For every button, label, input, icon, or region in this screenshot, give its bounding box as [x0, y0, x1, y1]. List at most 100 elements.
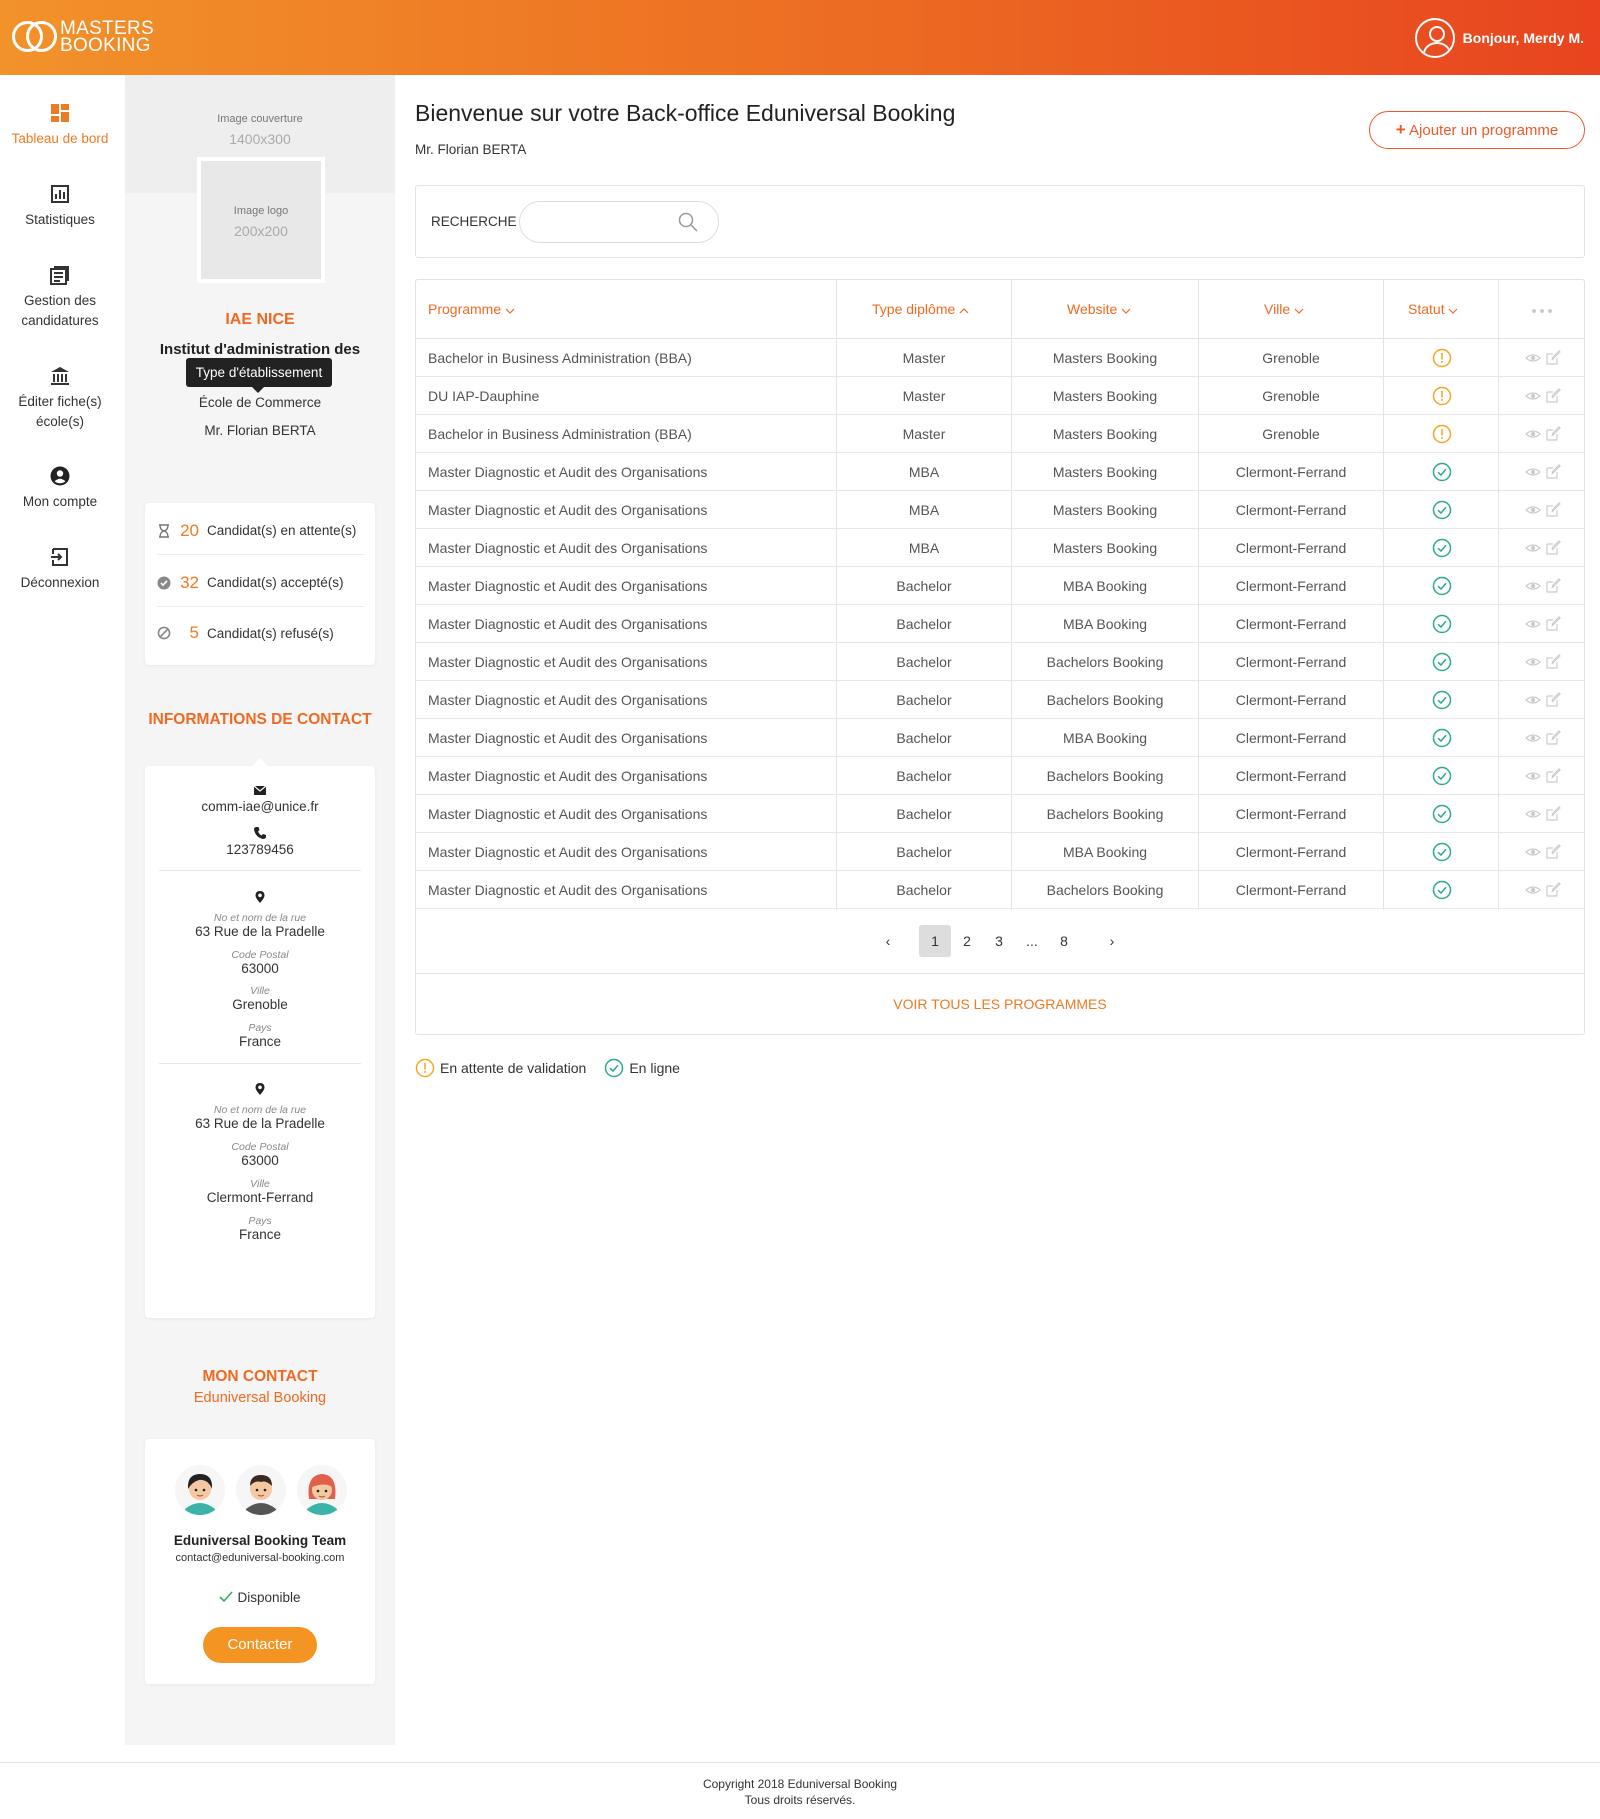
cell-type: Bachelor [896, 844, 952, 860]
eye-icon[interactable] [1525, 502, 1541, 518]
hourglass-icon [159, 523, 169, 538]
pagination-page-2[interactable]: 2 [951, 925, 983, 957]
sidebar-item-account[interactable]: Mon compte [0, 466, 120, 512]
edit-icon[interactable] [1545, 730, 1561, 746]
eye-icon[interactable] [1525, 350, 1541, 366]
stat-pending[interactable]: 20 Candidat(s) en attente(s) [157, 507, 365, 555]
sidebar-item-applications[interactable]: Gestion des candidatures [0, 265, 120, 331]
pagination-page-3[interactable]: 3 [983, 925, 1015, 957]
eye-icon[interactable] [1525, 388, 1541, 404]
edit-icon[interactable] [1545, 578, 1561, 594]
search-label: RECHERCHE [431, 214, 517, 229]
edit-icon[interactable] [1545, 844, 1561, 860]
masters-booking-logo[interactable]: MASTERS BOOKING [12, 18, 154, 56]
table-row[interactable]: Master Diagnostic et Audit des Organisat… [416, 491, 1584, 529]
column-header-statut[interactable]: Statut [1408, 280, 1458, 339]
team-email[interactable]: contact@eduniversal-booking.com [145, 1552, 375, 1564]
eye-icon[interactable] [1525, 616, 1541, 632]
table-row[interactable]: Master Diagnostic et Audit des Organisat… [416, 833, 1584, 871]
table-row[interactable]: Master Diagnostic et Audit des Organisat… [416, 567, 1584, 605]
sidebar-item-edit-school[interactable]: Éditer fiche(s) école(s) [0, 366, 120, 432]
country-label: Pays [248, 1022, 272, 1034]
stat-accepted[interactable]: 32 Candidat(s) accepté(s) [157, 559, 365, 607]
edit-icon[interactable] [1545, 806, 1561, 822]
pagination-next[interactable]: › [1096, 925, 1128, 957]
edit-icon[interactable] [1545, 388, 1561, 404]
edit-icon[interactable] [1545, 692, 1561, 708]
eye-icon[interactable] [1525, 806, 1541, 822]
cell-website: Masters Booking [1052, 350, 1158, 366]
eye-icon[interactable] [1525, 426, 1541, 442]
cell-website: Masters Booking [1052, 464, 1158, 480]
cell-status [1384, 453, 1498, 491]
chevron-down-icon [1121, 308, 1131, 314]
sidebar-item-dashboard[interactable]: Tableau de bord [0, 103, 120, 149]
eye-icon[interactable] [1525, 882, 1541, 898]
add-program-button[interactable]: + Ajouter un programme [1369, 111, 1585, 149]
user-circle-icon [50, 466, 70, 486]
table-row[interactable]: Master Diagnostic et Audit des Organisat… [416, 719, 1584, 757]
table-row[interactable]: Master Diagnostic et Audit des Organisat… [416, 871, 1584, 909]
sidebar-item-statistics[interactable]: Statistiques [0, 184, 120, 230]
table-row[interactable]: Master Diagnostic et Audit des Organisat… [416, 453, 1584, 491]
my-contact-subtitle: Eduniversal Booking [193, 1390, 327, 1406]
table-row[interactable]: Bachelor in Business Administration (BBA… [416, 415, 1584, 453]
eye-icon[interactable] [1525, 768, 1541, 784]
pagination-page-8[interactable]: 8 [1048, 925, 1080, 957]
logo-image-placeholder[interactable]: Image logo 200x200 [197, 157, 325, 283]
table-row[interactable]: Master Diagnostic et Audit des Organisat… [416, 757, 1584, 795]
column-header-programme[interactable]: Programme [428, 280, 515, 339]
cell-actions [1499, 757, 1584, 795]
cell-status [1384, 529, 1498, 567]
table-row[interactable]: Master Diagnostic et Audit des Organisat… [416, 643, 1584, 681]
column-header-ville[interactable]: Ville [1264, 280, 1304, 339]
search-icon[interactable] [678, 212, 698, 232]
eye-icon[interactable] [1525, 654, 1541, 670]
edit-icon[interactable] [1545, 502, 1561, 518]
edit-icon[interactable] [1545, 882, 1561, 898]
see-all-programs-link[interactable]: VOIR TOUS LES PROGRAMMES [416, 974, 1584, 1034]
table-row[interactable]: Bachelor in Business Administration (BBA… [416, 339, 1584, 377]
user-menu[interactable]: Bonjour, Merdy M. [1414, 18, 1584, 58]
pagination-prev[interactable]: ‹ [872, 925, 904, 957]
eye-icon[interactable] [1525, 578, 1541, 594]
city-label: Ville [250, 1178, 270, 1190]
table-row[interactable]: DU IAP-Dauphine Master Masters Booking Gren… [416, 377, 1584, 415]
edit-icon[interactable] [1545, 350, 1561, 366]
edit-icon[interactable] [1545, 426, 1561, 442]
table-row[interactable]: Master Diagnostic et Audit des Organisat… [416, 605, 1584, 643]
cell-type: Bachelor [896, 882, 952, 898]
cell-actions [1499, 491, 1584, 529]
table-row[interactable]: Master Diagnostic et Audit des Organisat… [416, 681, 1584, 719]
stat-refused[interactable]: 5 Candidat(s) refusé(s) [157, 609, 365, 657]
sidebar-item-label: Éditer fiche(s) école(s) [18, 394, 102, 429]
edit-icon[interactable] [1545, 768, 1561, 784]
edit-icon[interactable] [1545, 540, 1561, 556]
column-header-type[interactable]: Type diplôme [872, 280, 969, 339]
edit-icon[interactable] [1545, 464, 1561, 480]
column-label: Statut [1408, 301, 1445, 317]
eye-icon[interactable] [1525, 844, 1541, 860]
cell-actions [1499, 833, 1584, 871]
table-row[interactable]: Master Diagnostic et Audit des Organisat… [416, 795, 1584, 833]
pagination-page-1[interactable]: 1 [919, 925, 951, 957]
logo-image-label: Image logo [233, 205, 289, 217]
table-row[interactable]: Master Diagnostic et Audit des Organisat… [416, 529, 1584, 567]
edit-icon[interactable] [1545, 616, 1561, 632]
street-label: No et nom de la rue [213, 912, 307, 924]
column-label: Type diplôme [872, 301, 956, 317]
eye-icon[interactable] [1525, 464, 1541, 480]
column-header-website[interactable]: Website [1067, 280, 1131, 339]
cell-ville: Clermont-Ferrand [1235, 654, 1347, 670]
eye-icon[interactable] [1525, 540, 1541, 556]
footer-copyright: Copyright 2018 Eduniversal Booking [702, 1777, 898, 1791]
eye-icon[interactable] [1525, 730, 1541, 746]
more-options-icon[interactable] [1531, 280, 1553, 339]
logo-line-2: BOOKING [60, 35, 151, 56]
sidebar-item-logout[interactable]: Déconnexion [0, 547, 120, 593]
contact-button[interactable]: Contacter [203, 1627, 317, 1663]
edit-icon[interactable] [1545, 654, 1561, 670]
eye-icon[interactable] [1525, 692, 1541, 708]
contact-phone[interactable]: 123789456 [145, 842, 375, 857]
contact-email[interactable]: comm-iae@unice.fr [145, 799, 375, 814]
